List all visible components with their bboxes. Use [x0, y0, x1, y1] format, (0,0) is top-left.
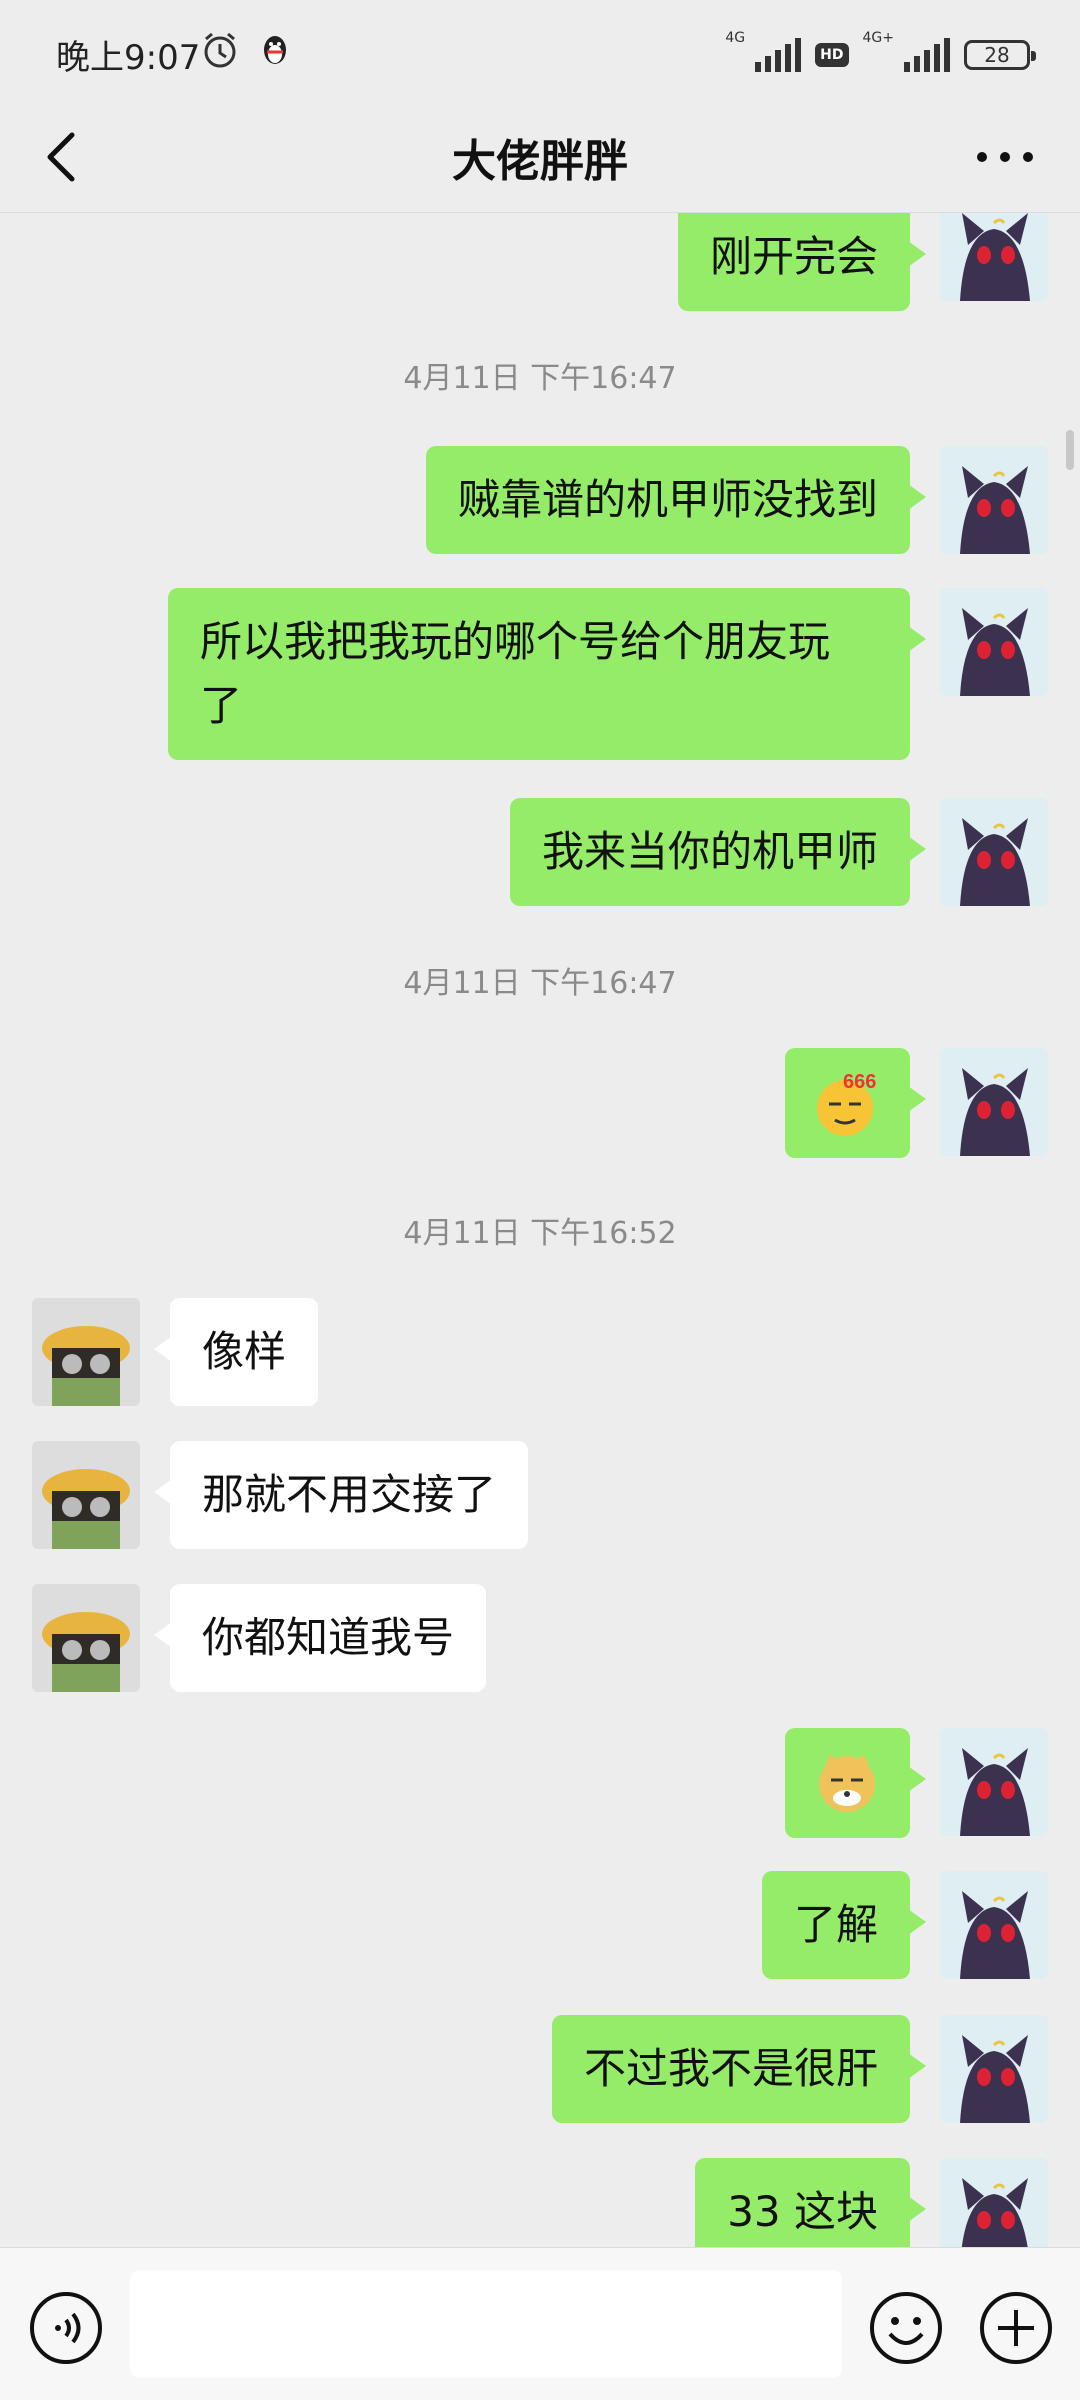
avatar-other[interactable]	[32, 1298, 140, 1406]
message-bubble-self[interactable]: 了解	[761, 1871, 927, 1979]
cat-avatar-icon	[940, 2015, 1048, 2123]
avatar-self[interactable]	[940, 2158, 1048, 2247]
cat-avatar-icon	[940, 588, 1048, 696]
cat-avatar-icon	[940, 1871, 1048, 1979]
raccoon-avatar-icon	[32, 1298, 140, 1406]
hd-badge: HD	[815, 43, 849, 67]
network-type-a: 4G	[725, 30, 746, 46]
network-type-b: 4G+	[862, 30, 895, 46]
message-bubble-other[interactable]: 像样	[153, 1298, 319, 1406]
cat-avatar-icon	[940, 213, 1048, 301]
voice-icon[interactable]	[28, 2290, 104, 2366]
message-bubble-self[interactable]: 666	[785, 1048, 926, 1158]
avatar-self[interactable]	[940, 446, 1048, 554]
avatar-self[interactable]	[940, 1048, 1048, 1156]
message-bubble-other[interactable]: 那就不用交接了	[153, 1441, 529, 1549]
message-line-1: 所以我把我玩的哪个号给个朋友玩	[200, 617, 831, 666]
timestamp: 4月11日 下午16:47	[403, 966, 677, 1001]
avatar-self[interactable]	[940, 1871, 1048, 1979]
chat-title: 大佬胖胖	[452, 136, 628, 187]
avatar-self[interactable]	[940, 2015, 1048, 2123]
666-emoji: 666	[817, 1071, 876, 1136]
battery-level: 28	[984, 43, 1010, 67]
signal-icon-2	[904, 38, 950, 72]
chat-header: 大佬胖胖	[0, 105, 1080, 213]
timestamp: 4月11日 下午16:47	[403, 361, 677, 396]
scrollbar[interactable]	[1066, 430, 1074, 470]
battery-icon: 28	[964, 40, 1036, 70]
cat-avatar-icon	[940, 798, 1048, 906]
cat-avatar-icon	[940, 2158, 1048, 2247]
timestamp: 4月11日 下午16:52	[403, 1216, 677, 1251]
plus-icon[interactable]	[978, 2290, 1054, 2366]
emoji-icon[interactable]	[868, 2290, 944, 2366]
message-bubble-self[interactable]: 不过我不是很肝	[551, 2015, 927, 2123]
avatar-self[interactable]	[940, 1728, 1048, 1836]
cat-avatar-icon	[940, 1728, 1048, 1836]
message-list[interactable]: 刚开完会 4月11日 下午16:47 贼靠谱的机甲师没找到 所以我把我玩的哪个号…	[0, 213, 1080, 2247]
alarm-icon	[204, 32, 236, 68]
input-bar	[0, 2247, 1080, 2400]
message-input[interactable]	[130, 2270, 842, 2378]
raccoon-avatar-icon	[32, 1441, 140, 1549]
signal-icon	[755, 38, 802, 72]
avatar-other[interactable]	[32, 1584, 140, 1692]
cat-avatar-icon	[940, 446, 1048, 554]
more-dots-icon[interactable]	[970, 127, 1040, 187]
message-bubble-self[interactable]: 贼靠谱的机甲师没找到	[425, 446, 927, 554]
message-line-2: 了	[200, 681, 243, 730]
raccoon-avatar-icon	[32, 1584, 140, 1692]
message-bubble-self[interactable]: 所以我把我玩的哪个号给个朋友玩 了	[168, 588, 926, 760]
avatar-self[interactable]	[940, 588, 1048, 696]
message-bubble-other[interactable]: 你都知道我号	[153, 1584, 487, 1692]
message-bubble-self[interactable]	[785, 1728, 926, 1838]
message-bubble-self[interactable]: 33 这块	[695, 2158, 926, 2247]
status-time: 晚上9:07	[56, 38, 201, 78]
doge-emoji	[819, 1754, 875, 1812]
message-bubble-self[interactable]: 刚开完会	[677, 213, 927, 311]
sticker-666-label: 666	[843, 1071, 876, 1093]
message-bubble-self[interactable]: 我来当你的机甲师	[509, 798, 927, 906]
avatar-other[interactable]	[32, 1441, 140, 1549]
qq-penguin-icon	[264, 36, 286, 64]
status-bar: 晚上9:07 4G HD 4G+ 28	[0, 0, 1080, 105]
cat-avatar-icon	[940, 1048, 1048, 1156]
avatar-self[interactable]	[940, 798, 1048, 906]
avatar-self[interactable]	[940, 213, 1048, 301]
